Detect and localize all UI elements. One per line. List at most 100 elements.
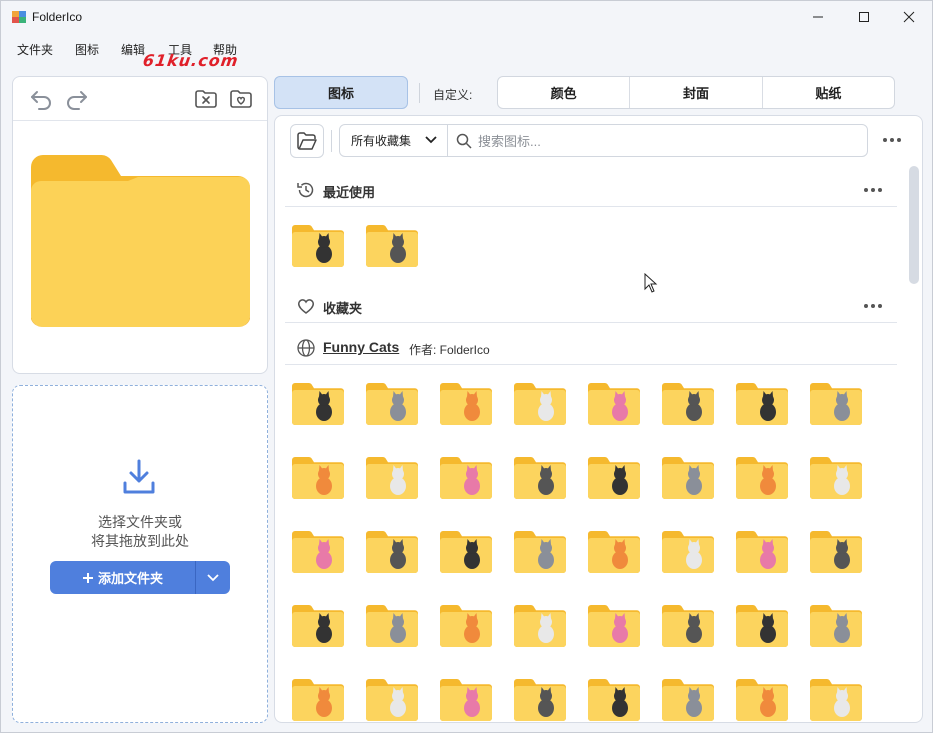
search-icon: [456, 133, 472, 149]
cat-gray-fat-icon[interactable]: [735, 530, 791, 578]
chevron-down-icon: [207, 573, 219, 581]
section-title-favorites: 收藏夹: [323, 301, 363, 316]
cat-laptop-icon[interactable]: [439, 604, 495, 652]
cat-box-icon[interactable]: [661, 382, 717, 430]
cat-fishbowl-icon[interactable]: [809, 456, 865, 504]
cat-basket-icon[interactable]: [809, 382, 865, 430]
cat-orange-walking-icon[interactable]: [365, 678, 421, 722]
menu-bar: 文件夹 图标 编辑 工具 帮助: [1, 37, 932, 61]
tab-color[interactable]: 颜色: [498, 77, 631, 108]
add-folder-dropdown[interactable]: [196, 561, 230, 594]
dropzone-text-line1: 选择文件夹或: [98, 514, 182, 530]
folder-preview-icon: [31, 155, 250, 327]
cat-hearts-icon[interactable]: [439, 530, 495, 578]
tab-sticker[interactable]: 贴纸: [763, 77, 894, 108]
open-folder-button[interactable]: [290, 124, 324, 158]
add-folder-label: 添加文件夹: [97, 571, 163, 586]
cat-fridge-icon[interactable]: [513, 530, 569, 578]
menu-folder[interactable]: 文件夹: [17, 41, 53, 58]
cat-orange-fat-icon[interactable]: [809, 678, 865, 722]
scrollbar[interactable]: [909, 166, 919, 718]
pack-name-link[interactable]: Funny Cats: [323, 339, 399, 355]
cat-black-angry-icon[interactable]: [809, 530, 865, 578]
app-window: FolderIco 文件夹 图标 编辑 工具 帮助 61ku.com 选择文件夹…: [0, 0, 933, 733]
section-recent: 最近使用: [285, 173, 897, 207]
download-icon: [123, 459, 155, 494]
cat-orange-sitting-icon[interactable]: [661, 456, 717, 504]
tab-cover[interactable]: 封面: [630, 77, 763, 108]
cat-pumpkin-icon[interactable]: [513, 678, 569, 722]
cat-sheet-ghost-icon[interactable]: [587, 530, 643, 578]
folder-heart-icon[interactable]: [229, 87, 253, 111]
cat-tree-gray-icon[interactable]: [291, 530, 347, 578]
cat-gray-tree-icon[interactable]: [513, 382, 569, 430]
search-box: [447, 124, 868, 157]
maximize-icon: [859, 12, 869, 22]
folder-remove-icon[interactable]: [194, 87, 218, 111]
title-bar: FolderIco: [1, 1, 932, 33]
minimize-icon: [813, 16, 823, 18]
icon-browser-panel: 所有收藏集 最近使用 收藏夹: [274, 115, 923, 723]
add-folder-button[interactable]: 添加文件夹: [50, 561, 195, 594]
undo-icon[interactable]: [29, 87, 53, 111]
cat-orange-sleeping-icon[interactable]: [365, 530, 421, 578]
cat-black-jumping-icon[interactable]: [439, 382, 495, 430]
watermark: 61ku.com: [141, 51, 240, 70]
cat-ghost-icon[interactable]: [587, 456, 643, 504]
cat-gift-box-icon[interactable]: [661, 530, 717, 578]
tab-separator: [419, 83, 420, 103]
tab-icons[interactable]: 图标: [274, 76, 408, 109]
section-favorites: 收藏夹: [285, 289, 897, 323]
pack-author: 作者: FolderIco: [409, 343, 490, 357]
cat-chef-icon[interactable]: [365, 604, 421, 652]
more-options-icon[interactable]: [881, 130, 903, 150]
cat-black-bowl-icon[interactable]: [439, 678, 495, 722]
heart-icon: [297, 299, 315, 314]
cat-gray-robot-icon[interactable]: [365, 382, 421, 430]
folder-open-icon: [297, 132, 317, 150]
window-title: FolderIco: [32, 10, 83, 24]
cat-white-carrot-icon[interactable]: [735, 678, 791, 722]
cat-black-folder-icon[interactable]: [365, 224, 421, 272]
cat-tree-orange-icon[interactable]: [439, 456, 495, 504]
minimize-button[interactable]: [795, 1, 841, 33]
cat-white-sleeping-icon[interactable]: [735, 604, 791, 652]
cat-gray-sitting-icon[interactable]: [587, 678, 643, 722]
more-options-icon[interactable]: [862, 180, 884, 200]
cat-pink-folder-icon[interactable]: [291, 224, 347, 272]
cat-orange-bowl-icon[interactable]: [291, 604, 347, 652]
cat-tree-black-icon[interactable]: [513, 604, 569, 652]
more-options-icon[interactable]: [862, 296, 884, 316]
cat-house-icon[interactable]: [587, 382, 643, 430]
cat-orange-ball-icon[interactable]: [735, 382, 791, 430]
maximize-button[interactable]: [841, 1, 887, 33]
cat-tree-black-small-icon[interactable]: [291, 678, 347, 722]
close-icon: [903, 11, 915, 23]
cat-gray-tea-icon[interactable]: [661, 604, 717, 652]
dropzone-text-line2: 将其拖放到此处: [91, 533, 189, 549]
section-pack: Funny Cats 作者: FolderIco: [285, 331, 897, 365]
menu-edit[interactable]: 编辑: [121, 41, 145, 58]
search-input[interactable]: [478, 131, 858, 151]
collection-dropdown[interactable]: 所有收藏集: [339, 124, 448, 157]
scrollbar-thumb[interactable]: [909, 166, 919, 284]
folder-dropzone[interactable]: 选择文件夹或 将其拖放到此处 添加文件夹: [12, 385, 268, 723]
cat-black-sitting-icon[interactable]: [291, 382, 347, 430]
add-folder-split-button: 添加文件夹: [50, 561, 230, 594]
app-logo-icon: [12, 11, 26, 23]
cat-tree-white-icon[interactable]: [587, 604, 643, 652]
mouse-cursor-icon: [644, 273, 658, 293]
cat-tabby-icon[interactable]: [735, 456, 791, 504]
menu-icons[interactable]: 图标: [75, 41, 99, 58]
redo-icon[interactable]: [65, 87, 89, 111]
cat-tree-tabby-icon[interactable]: [661, 678, 717, 722]
close-button[interactable]: [886, 1, 932, 33]
plus-icon: [82, 572, 93, 583]
preview-toolbar: [13, 77, 267, 121]
cat-pink-icon[interactable]: [513, 456, 569, 504]
cat-white-icon[interactable]: [365, 456, 421, 504]
custom-label: 自定义:: [433, 88, 473, 102]
section-title-recent: 最近使用: [323, 185, 376, 200]
cat-gray-white-icon[interactable]: [809, 604, 865, 652]
cat-gray-lying-icon[interactable]: [291, 456, 347, 504]
